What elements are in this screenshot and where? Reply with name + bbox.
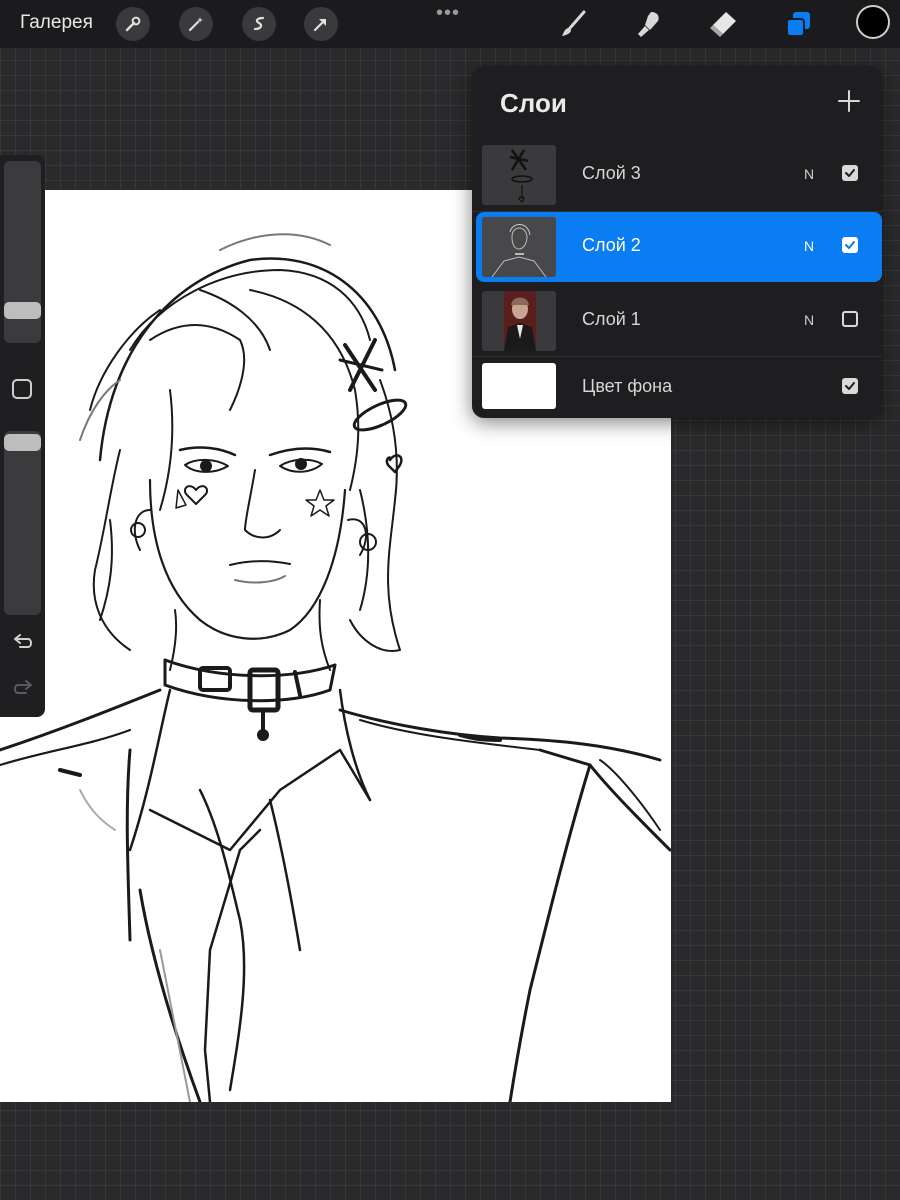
layers-panel-title: Слои xyxy=(500,88,567,118)
layer-row-3[interactable]: Слой 3 N xyxy=(476,140,882,210)
layer-row-1[interactable]: Слой 1 N xyxy=(476,286,882,356)
layer-thumbnail xyxy=(482,217,556,277)
layer-visibility-checkbox[interactable] xyxy=(842,311,858,327)
smudge-tool-button[interactable] xyxy=(630,6,666,42)
left-sidebar xyxy=(0,155,45,717)
checkmark-icon xyxy=(845,241,855,249)
smudge-icon xyxy=(638,12,659,37)
transform-arrow-icon xyxy=(313,18,327,32)
opacity-thumb[interactable] xyxy=(4,434,41,451)
eraser-tool-button[interactable] xyxy=(704,6,740,42)
background-color-row[interactable]: Цвет фона xyxy=(476,355,882,417)
layer-row-2[interactable]: Слой 2 N xyxy=(476,212,882,282)
wrench-icon xyxy=(125,16,141,32)
eraser-icon xyxy=(710,12,736,37)
blend-mode-button[interactable]: N xyxy=(804,312,814,328)
gallery-button[interactable]: Галерея xyxy=(20,12,93,34)
checkmark-icon xyxy=(845,382,855,390)
checkmark-icon xyxy=(845,169,855,177)
top-toolbar: Галерея ••• xyxy=(0,0,900,48)
more-menu-handle[interactable]: ••• xyxy=(436,2,460,25)
selection-button[interactable] xyxy=(242,7,276,41)
layer-name: Цвет фона xyxy=(582,376,673,396)
brush-size-thumb[interactable] xyxy=(4,302,41,319)
modify-square-icon[interactable] xyxy=(12,379,32,399)
layers-icon xyxy=(786,12,810,37)
layer-name: Слой 3 xyxy=(582,163,641,183)
brush-tool-button[interactable] xyxy=(555,6,591,42)
layer-visibility-checkbox[interactable] xyxy=(842,165,858,181)
redo-button[interactable] xyxy=(10,679,36,699)
undo-button[interactable] xyxy=(10,633,36,653)
actions-wrench-button[interactable] xyxy=(116,7,150,41)
layer-name: Слой 1 xyxy=(582,309,641,329)
transform-button[interactable] xyxy=(304,7,338,41)
adjustments-button[interactable] xyxy=(179,7,213,41)
color-picker-button[interactable] xyxy=(856,5,890,39)
add-layer-button[interactable] xyxy=(834,86,864,116)
magic-wand-icon xyxy=(188,17,203,32)
layers-panel: Слои Слой 3 N Слой 2 N Слой 1 N Цвет фон… xyxy=(472,66,882,418)
blend-mode-button[interactable]: N xyxy=(804,238,814,254)
brush-icon xyxy=(562,10,586,36)
blend-mode-button[interactable]: N xyxy=(804,166,814,182)
layer-thumbnail xyxy=(482,291,556,351)
layer-name: Слой 2 xyxy=(582,235,641,255)
layers-tool-button[interactable] xyxy=(780,6,816,42)
plus-icon xyxy=(838,90,860,112)
redo-icon xyxy=(14,680,32,694)
layer-visibility-checkbox[interactable] xyxy=(842,378,858,394)
background-color-swatch[interactable] xyxy=(482,363,556,409)
undo-icon xyxy=(14,634,32,648)
layer-thumbnail xyxy=(482,145,556,205)
layer-visibility-checkbox[interactable] xyxy=(842,237,858,253)
selection-icon xyxy=(253,16,265,31)
opacity-slider[interactable] xyxy=(4,431,41,615)
